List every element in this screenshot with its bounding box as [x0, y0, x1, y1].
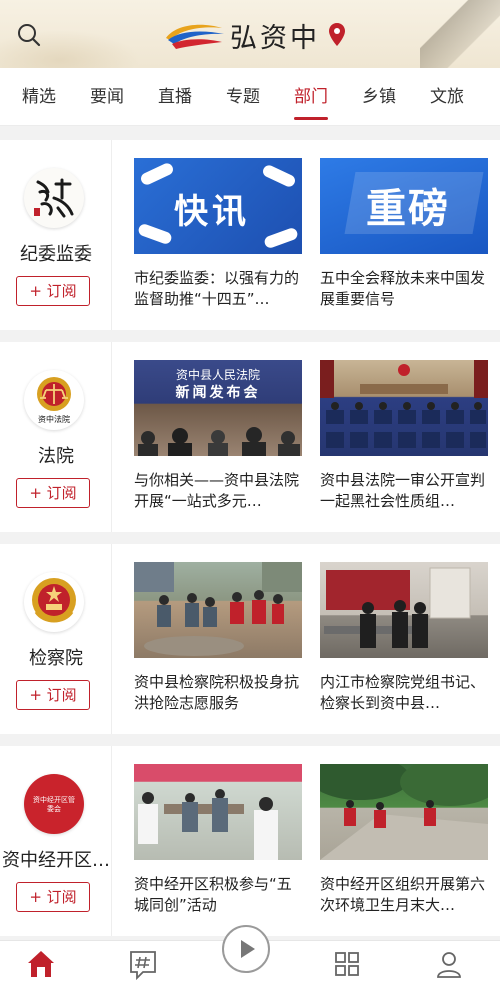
tab-towns[interactable]: 乡镇: [362, 68, 396, 126]
app-logo-mark-icon: [166, 24, 224, 49]
location-pin-icon[interactable]: [328, 22, 346, 48]
tab-headlines[interactable]: 要闻: [90, 68, 124, 126]
news-title: 内江市检察院党组书记、检察长到资中县…: [320, 673, 486, 712]
news-thumbnail: [320, 360, 488, 456]
dept-name: 法院: [38, 446, 74, 467]
dept-section-procuratorate: 检察院 + 订阅 资中县检察院积极投身抗洪抢险志愿服务 内江市检察院党组书记、检…: [0, 544, 500, 734]
audience-silhouettes: [138, 427, 300, 456]
news-thumbnail: 重磅: [320, 158, 488, 254]
tab-selected[interactable]: 精选: [22, 68, 56, 126]
bottom-navigation: [0, 925, 500, 982]
courtroom-scene: [320, 360, 488, 448]
news-title: 五中全会释放未来中国发展重要信号: [320, 269, 486, 308]
tab-live[interactable]: 直播: [158, 68, 192, 126]
dept-info: 资中经开区管委会 资中经开区… + 订阅: [0, 746, 112, 936]
microphone-icon: [262, 226, 300, 250]
news-thumbnail: [320, 562, 488, 658]
flood-relief-scene: [134, 562, 302, 656]
logo-caption: 资中法院: [38, 415, 70, 424]
news-card[interactable]: 资中经开区积极参与“五城同创”活动: [134, 764, 302, 924]
news-card[interactable]: 重磅 五中全会释放未来中国发展重要信号: [320, 158, 488, 318]
play-button[interactable]: [222, 925, 270, 973]
topic-hash-icon[interactable]: [126, 947, 160, 981]
grid-apps-icon[interactable]: [330, 947, 364, 981]
dept-section-development-zone: 资中经开区管委会 资中经开区… + 订阅 资中经开区积极参与“五城同创”活动 资…: [0, 746, 500, 936]
user-profile-icon[interactable]: [432, 947, 466, 981]
dept-section-discipline: 纪委监委 + 订阅 快讯 市纪委监委：以强有力的监督助推“十四五”… 重磅 五中…: [0, 140, 500, 330]
home-icon[interactable]: [24, 947, 58, 981]
news-title: 与你相关——资中县法院开展“一站式多元…: [134, 471, 300, 510]
news-thumbnail: 资中县人民法院 新闻发布会: [134, 360, 302, 456]
microphone-icon: [139, 161, 175, 187]
procuratorate-emblem-logo[interactable]: [24, 572, 84, 632]
dept-name: 检察院: [29, 648, 83, 669]
news-card[interactable]: 资中县人民法院 新闻发布会 与你相关——资中县法院开展“一站式多元…: [134, 360, 302, 520]
tab-culture-tourism[interactable]: 文旅: [430, 68, 464, 126]
news-thumbnail: 快讯: [134, 158, 302, 254]
court-emblem-logo[interactable]: 资中法院: [24, 370, 84, 430]
header-roof-decoration: [420, 0, 500, 68]
news-thumbnail: [134, 562, 302, 658]
app-logo: 弘资中: [162, 16, 346, 54]
news-title: 资中县检察院积极投身抗洪抢险志愿服务: [134, 673, 300, 712]
category-tabs: 精选 要闻 直播 专题 部门 乡镇 文旅: [0, 68, 500, 126]
news-card[interactable]: 资中县法院一审公开宣判一起黑社会性质组…: [320, 360, 488, 520]
news-title: 资中县法院一审公开宣判一起黑社会性质组…: [320, 471, 486, 510]
news-title: 资中经开区组织开展第六次环境卫生月末大…: [320, 875, 486, 914]
news-thumbnail: [320, 764, 488, 860]
thumbnail-caption: 重磅: [366, 186, 450, 232]
play-icon: [241, 940, 255, 958]
qinglian-calligraphy-logo[interactable]: [24, 168, 84, 228]
thumbnail-caption: 新闻发布会: [175, 385, 261, 401]
subscribe-button[interactable]: + 订阅: [16, 478, 90, 508]
news-card[interactable]: 内江市检察院党组书记、检察长到资中县…: [320, 562, 488, 722]
dept-info: 纪委监委 + 订阅: [0, 140, 112, 330]
microphone-icon: [136, 222, 174, 246]
subscribe-button[interactable]: + 订阅: [16, 680, 90, 710]
tab-departments[interactable]: 部门: [294, 68, 328, 126]
news-title: 市纪委监委：以强有力的监督助推“十四五”…: [134, 269, 300, 308]
cleanup-scene: [320, 764, 488, 860]
dept-info: 检察院 + 订阅: [0, 544, 112, 734]
news-thumbnail: [134, 764, 302, 860]
search-icon[interactable]: [16, 22, 42, 48]
thumbnail-caption: 快讯: [174, 192, 250, 232]
street-event-scene: [134, 764, 302, 860]
microphone-icon: [261, 163, 297, 189]
dept-section-court: 资中法院 法院 + 订阅 资中县人民法院 新闻发布会 与你相关——资中县法院开展…: [0, 342, 500, 532]
logo-caption: 资中经开区管委会: [33, 796, 75, 813]
subscribe-button[interactable]: + 订阅: [16, 882, 90, 912]
dept-name: 纪委监委: [20, 244, 92, 265]
tab-topics[interactable]: 专题: [226, 68, 260, 126]
news-card[interactable]: 快讯 市纪委监委：以强有力的监督助推“十四五”…: [134, 158, 302, 318]
office-visit-scene: [324, 567, 471, 648]
dept-name: 资中经开区…: [2, 850, 110, 871]
development-zone-logo[interactable]: 资中经开区管委会: [24, 774, 84, 834]
dept-info: 资中法院 法院 + 订阅: [0, 342, 112, 532]
active-tab-indicator: [294, 117, 328, 120]
thumbnail-caption: 资中县人民法院: [175, 368, 260, 382]
news-card[interactable]: 资中县检察院积极投身抗洪抢险志愿服务: [134, 562, 302, 722]
subscribe-button[interactable]: + 订阅: [16, 276, 90, 306]
top-header: 弘资中: [0, 0, 500, 68]
news-card[interactable]: 资中经开区组织开展第六次环境卫生月末大…: [320, 764, 488, 924]
news-title: 资中经开区积极参与“五城同创”活动: [134, 875, 292, 914]
app-name: 弘资中: [230, 22, 320, 54]
